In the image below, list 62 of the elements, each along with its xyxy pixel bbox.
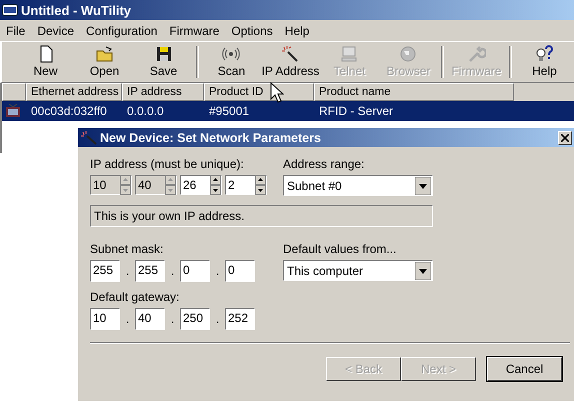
table-row[interactable]: 00c03d:032ff0 0.0.0.0 #95001 RFID - Server: [2, 101, 574, 121]
field-label: Default values from...: [283, 242, 398, 257]
separator-dot: .: [170, 264, 176, 278]
toolbar-button[interactable]: Save: [134, 43, 193, 81]
menu-item[interactable]: Help: [284, 24, 310, 38]
menu-item[interactable]: Options: [231, 24, 273, 38]
app-icon: [2, 4, 18, 16]
menu-item[interactable]: Device: [37, 24, 74, 38]
dialog-title: New Device: Set Network Parameters: [100, 130, 322, 144]
separator-dot: .: [124, 312, 130, 326]
magic-wand-icon: [81, 130, 97, 144]
input-field[interactable]: 252: [225, 308, 255, 330]
spin-down-icon[interactable]: [210, 185, 221, 195]
table-cell-text: 00c03d:032ff0: [30, 104, 108, 118]
input-field[interactable]: 0: [180, 260, 210, 282]
spin-field[interactable]: 26: [180, 175, 222, 195]
device-icon: [5, 104, 21, 118]
table-cell-text: #95001: [208, 104, 250, 118]
separator-dot: .: [214, 264, 220, 278]
spin-field[interactable]: 2: [225, 175, 267, 195]
default-values-dropdown[interactable]: This computer: [283, 260, 433, 281]
close-icon: [561, 134, 569, 142]
column-header[interactable]: Product name: [314, 83, 514, 101]
input-field[interactable]: 255: [90, 260, 120, 282]
column-header[interactable]: IP address: [122, 83, 204, 101]
field-label: Default gateway:: [90, 290, 180, 305]
toolbar-button[interactable]: Open: [75, 43, 134, 81]
column-header[interactable]: Ethernet address: [26, 83, 122, 101]
field-label: Address range:: [283, 157, 366, 172]
separator-dot: .: [214, 312, 220, 326]
folder-icon: [94, 44, 114, 64]
address-range-dropdown[interactable]: Subnet #0: [283, 175, 433, 196]
input-field[interactable]: 10: [90, 308, 120, 330]
toolbar-button[interactable]: Help: [514, 43, 574, 81]
magic-wand-icon: [280, 44, 300, 64]
toolbar-button[interactable]: Scan: [202, 43, 261, 81]
input-field[interactable]: 0: [225, 260, 255, 282]
input-field[interactable]: 40: [135, 308, 165, 330]
toolbar-button[interactable]: IP Address: [260, 43, 320, 81]
info-field: This is your own IP address.: [90, 205, 433, 227]
input-field[interactable]: 250: [180, 308, 210, 330]
table-cell-text: RFID - Server: [318, 104, 394, 118]
table-cell-text: 0.0.0.0: [126, 104, 165, 118]
dialog-button[interactable]: Cancel: [487, 357, 562, 381]
dropdown-arrow-icon: [415, 176, 431, 194]
menu-item[interactable]: Configuration: [86, 24, 158, 38]
mouse-cursor-icon: [270, 82, 284, 104]
menu-item[interactable]: Firmware: [169, 24, 220, 38]
separator-dot: .: [124, 264, 130, 278]
field-label: IP address (must be unique):: [90, 157, 245, 172]
separator-dot: .: [170, 312, 176, 326]
spin-up-icon[interactable]: [255, 175, 266, 185]
close-button[interactable]: [558, 130, 572, 144]
spin-up-icon[interactable]: [210, 175, 221, 185]
toolbar-button[interactable]: New: [16, 43, 75, 81]
input-field[interactable]: 255: [135, 260, 165, 282]
spin-down-icon[interactable]: [255, 185, 266, 195]
column-header[interactable]: Product ID: [204, 83, 314, 101]
field-label: Subnet mask:: [90, 242, 164, 257]
window-title: Untitled - WuTility: [21, 2, 132, 18]
dropdown-arrow-icon: [415, 262, 431, 280]
menu-item[interactable]: File: [6, 24, 26, 38]
